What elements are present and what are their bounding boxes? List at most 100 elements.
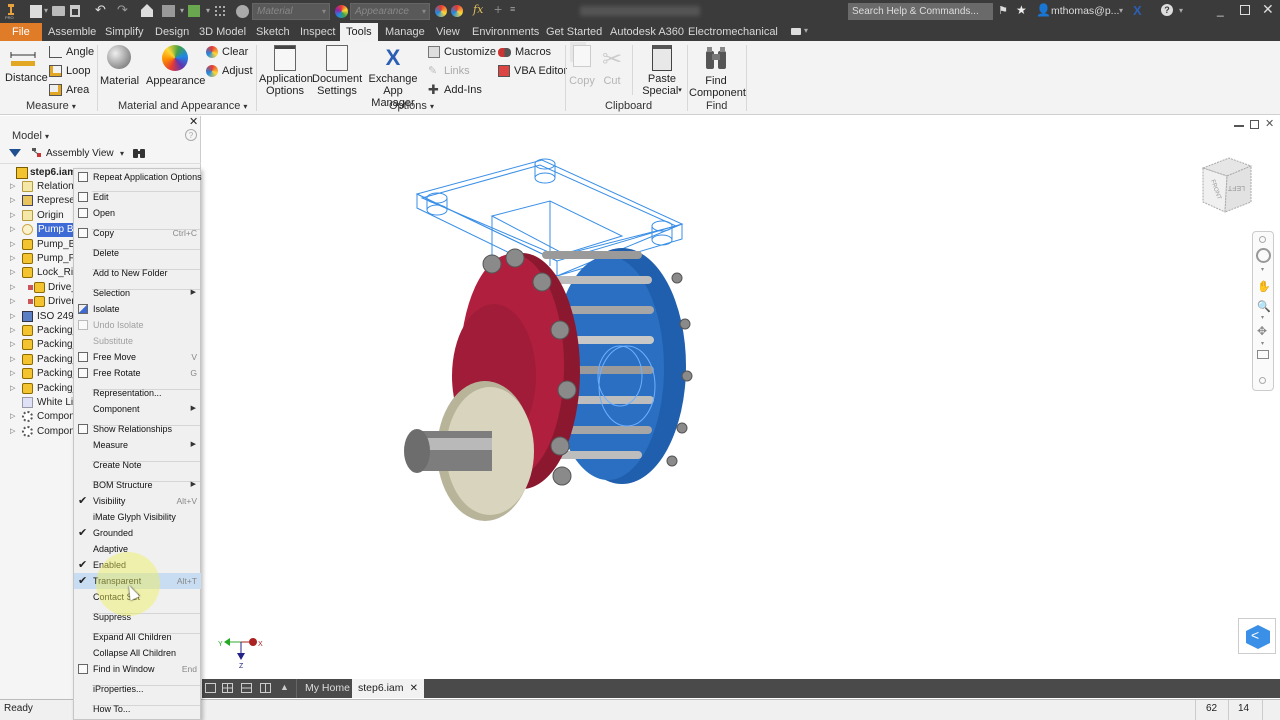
menu-item-undo-isolate[interactable]: Undo Isolate (74, 317, 201, 333)
close-tab-icon[interactable]: ✕ (410, 679, 418, 698)
tree-item[interactable]: White Lit (0, 396, 76, 410)
menu-item-create-note[interactable]: Create Note (74, 457, 201, 473)
menu-item-copy[interactable]: Copy Ctrl+C (74, 225, 201, 241)
filter-icon[interactable] (9, 149, 21, 157)
cut-button[interactable]: ✂ Cut (598, 45, 626, 87)
customize-qat-icon[interactable]: ≡ (510, 4, 515, 14)
expand-arrow-icon[interactable]: ▷ (10, 353, 15, 367)
menu-item-free-move[interactable]: Free Move V (74, 349, 201, 365)
menu-item-free-rotate[interactable]: Free Rotate G (74, 365, 201, 381)
expand-arrow-icon[interactable]: ▷ (10, 238, 15, 252)
chevron-down-icon[interactable]: ▾ (1261, 266, 1264, 273)
tree-item[interactable]: ▷ Driver (0, 295, 75, 309)
update-dropdown-icon[interactable]: ▾ (180, 6, 184, 15)
menu-item-enabled[interactable]: ✔ Enabled (74, 557, 201, 573)
tab-sketch[interactable]: Sketch (250, 23, 296, 41)
expand-arrow-icon[interactable]: ▷ (10, 252, 15, 266)
paste-special-button[interactable]: Paste Special▾ (640, 45, 684, 97)
tree-item[interactable]: ▷ Packing_ (0, 324, 78, 338)
tree-item[interactable]: ▷ Compone (0, 410, 80, 424)
expand-arrow-icon[interactable]: ▷ (10, 338, 15, 352)
expand-arrow-icon[interactable]: ▷ (10, 382, 15, 396)
menu-item-show-relationships[interactable]: Show Relationships (74, 421, 201, 437)
menu-item-measure[interactable]: Measure ▶ (74, 437, 201, 453)
options-panel-label[interactable]: Options ▾ (389, 100, 434, 112)
appearance-button[interactable]: Appearance (146, 45, 205, 87)
menu-item-representation[interactable]: Representation... (74, 385, 201, 401)
tree-item[interactable]: ▷ Compone (0, 425, 80, 439)
view-dropdown-icon[interactable]: ▾ (120, 149, 124, 158)
close-window-button[interactable]: ✕ (1262, 1, 1274, 18)
chevron-down-icon[interactable]: ▾ (1119, 6, 1123, 15)
pump-assembly-model[interactable] (382, 146, 902, 546)
tab-design[interactable]: Design (149, 23, 195, 41)
document-settings-button[interactable]: Document Settings (312, 45, 362, 97)
select-dropdown-icon[interactable]: ▾ (206, 6, 210, 15)
menu-item-iproperties[interactable]: iProperties... (74, 681, 201, 697)
expand-arrow-icon[interactable]: ▷ (10, 295, 15, 309)
expand-arrow-icon[interactable]: ▷ (10, 266, 15, 280)
exchange-x-icon[interactable]: X (1133, 3, 1142, 18)
menu-item-isolate[interactable]: Isolate (74, 301, 201, 317)
material-button[interactable]: Material (100, 45, 139, 87)
home-icon[interactable] (141, 4, 153, 17)
subscription-icon[interactable]: ⚑ (998, 4, 1008, 17)
tab-overflow-icon[interactable]: ▲ (280, 682, 289, 692)
tree-item[interactable]: ▷ Pump_Fro (0, 252, 84, 266)
measure-panel-label[interactable]: Measure ▾ (26, 100, 76, 112)
tab-electromechanical[interactable]: Electromechanical (682, 23, 784, 41)
adjust-button[interactable]: Adjust (206, 63, 253, 79)
menu-item-grounded[interactable]: ✔ Grounded (74, 525, 201, 541)
loop-button[interactable]: Loop (49, 63, 90, 79)
tab-manage[interactable]: Manage (379, 23, 431, 41)
menu-item-selection[interactable]: Selection ▶ (74, 285, 201, 301)
expand-arrow-icon[interactable]: ▷ (10, 410, 15, 424)
menu-item-component[interactable]: Component ▶ (74, 401, 201, 417)
copy-button[interactable]: Copy (568, 45, 596, 87)
menu-item-substitute[interactable]: Substitute (74, 333, 201, 349)
menu-item-suppress[interactable]: Suppress (74, 609, 201, 625)
tree-item[interactable]: ▷ Packing_ (0, 353, 78, 367)
minimize-window-button[interactable]: _ (1217, 3, 1224, 17)
close-document-button[interactable]: ✕ (1265, 117, 1274, 130)
expand-arrow-icon[interactable]: ▷ (10, 209, 15, 223)
tab-tools[interactable]: Tools (340, 23, 378, 41)
tree-item[interactable]: ▷ Represer (0, 194, 78, 208)
clear-button[interactable]: Clear (206, 44, 248, 60)
undo-icon[interactable]: ↶ (95, 2, 106, 18)
model-dropdown[interactable]: Model ▾ (12, 130, 49, 142)
look-at-icon[interactable] (1257, 350, 1269, 359)
restore-document-button[interactable] (1250, 120, 1259, 129)
favorite-star-icon[interactable]: ★ (1016, 3, 1027, 17)
cascade-windows-icon[interactable] (205, 683, 216, 693)
chevron-down-icon[interactable]: ▾ (1261, 340, 1264, 347)
tree-item[interactable]: ▷ Packing_ (0, 382, 78, 396)
close-browser-icon[interactable]: ✕ (189, 115, 198, 128)
macros-button[interactable]: Macros (498, 44, 551, 60)
tab-my-home[interactable]: My Home (298, 679, 357, 698)
tab-environments[interactable]: Environments (466, 23, 545, 41)
share-button[interactable]: < (1238, 618, 1276, 654)
inventor-logo-icon[interactable]: PRO (4, 3, 18, 20)
select-filter-icon[interactable] (188, 5, 200, 17)
tree-item[interactable]: ▷ Origin (0, 209, 74, 223)
menu-item-find-in-window[interactable]: Find in Window End (74, 661, 201, 677)
open-icon[interactable] (52, 6, 65, 16)
assembly-view-select[interactable]: Assembly View (46, 148, 114, 159)
save-icon[interactable] (70, 5, 80, 17)
tab-get-started[interactable]: Get Started (540, 23, 608, 41)
tree-item[interactable]: ▷ Pump_Ba (0, 238, 81, 252)
menu-item-edit[interactable]: Edit (74, 189, 201, 205)
expand-arrow-icon[interactable]: ▷ (10, 194, 15, 208)
ribbon-display-icon[interactable] (791, 28, 801, 35)
expand-arrow-icon[interactable]: ▷ (10, 180, 15, 194)
orbit-icon[interactable]: ✥ (1257, 324, 1267, 338)
tree-item[interactable]: ▷ ISO 2491 (0, 310, 79, 324)
help-dropdown-icon[interactable]: ▾ (1179, 6, 1183, 15)
tile-windows-icon[interactable] (222, 683, 233, 693)
viewcube-left-face[interactable]: LEFT (1227, 184, 1245, 191)
expand-arrow-icon[interactable]: ▷ (10, 281, 15, 295)
tab-assemble[interactable]: Assemble (42, 23, 102, 41)
new-document-icon[interactable] (30, 5, 42, 18)
tab-inspect[interactable]: Inspect (294, 23, 341, 41)
